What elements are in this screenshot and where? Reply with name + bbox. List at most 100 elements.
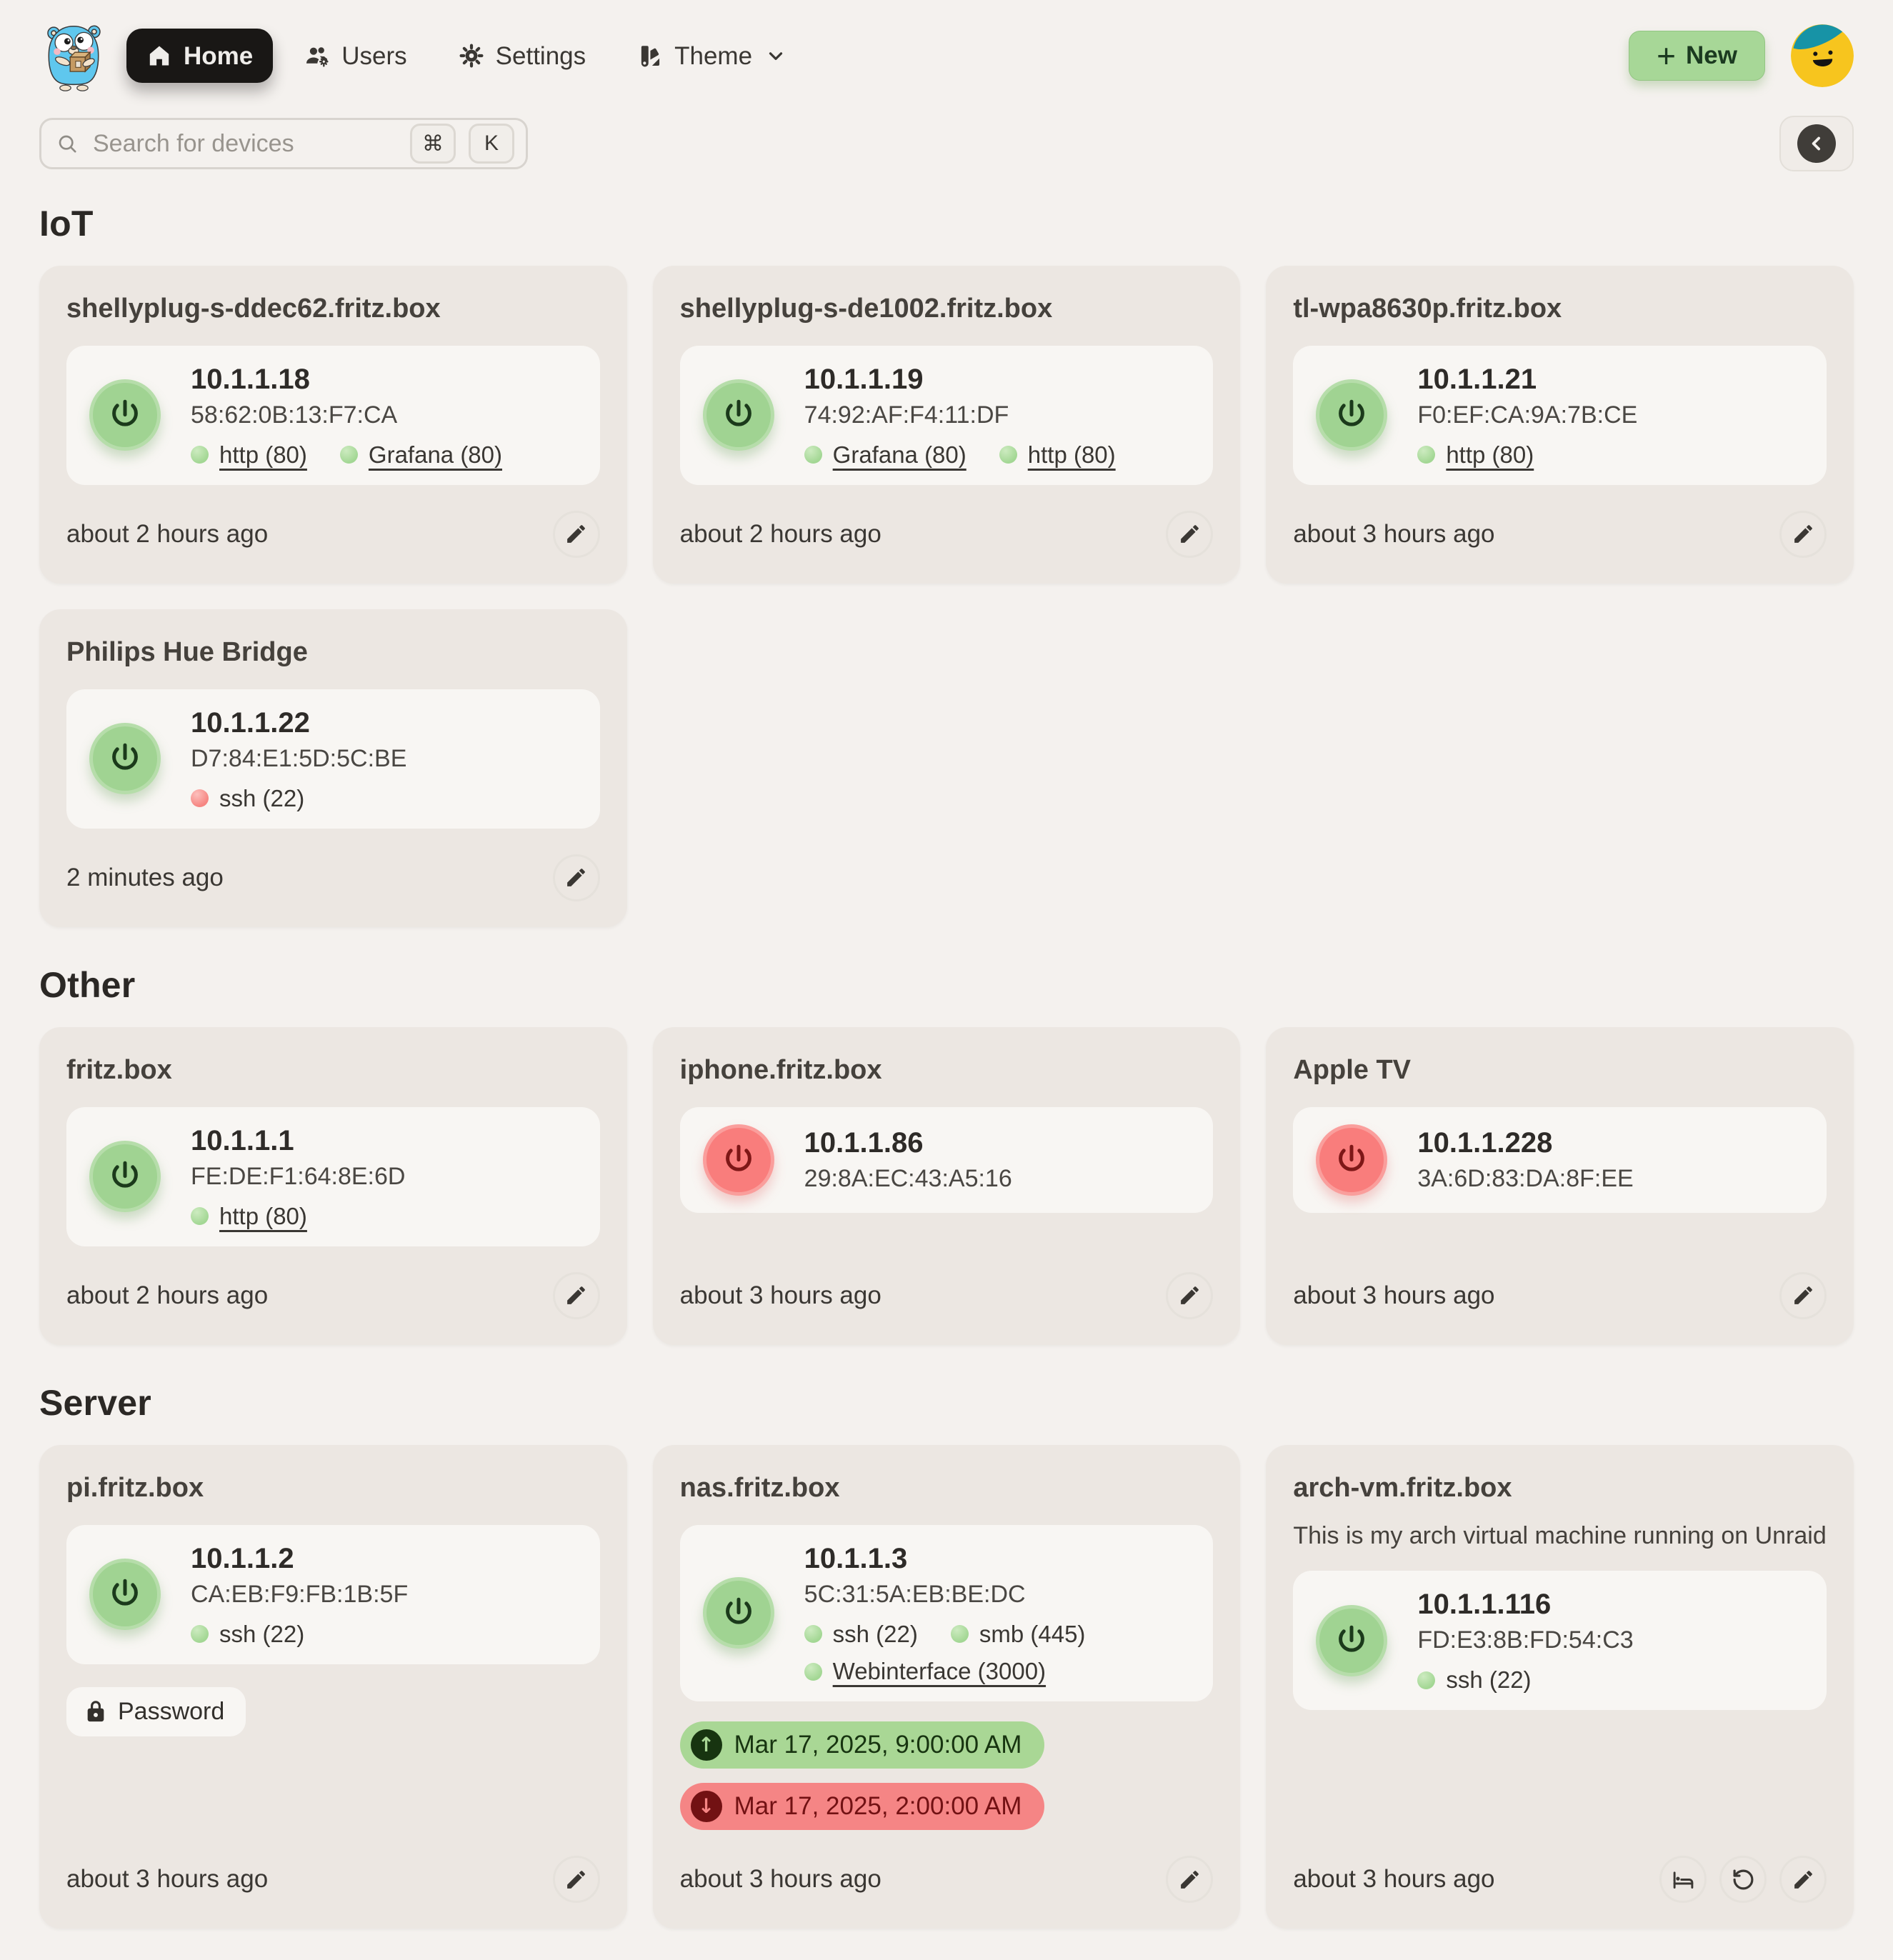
port-link[interactable]: Grafana (80)	[804, 442, 967, 468]
card-footer: 2 minutes ago	[66, 829, 600, 901]
power-button[interactable]	[703, 1124, 774, 1196]
power-button[interactable]	[1316, 1124, 1387, 1196]
port-label: http (80)	[1028, 442, 1116, 468]
user-avatar[interactable]	[1791, 24, 1854, 87]
last-seen-timestamp: about 3 hours ago	[680, 1281, 881, 1310]
nav-item-theme[interactable]: Theme	[617, 29, 806, 83]
device-panel: 10.1.1.2 CA:EB:F9:FB:1B:5F ssh (22)	[66, 1525, 600, 1664]
power-button[interactable]	[89, 723, 161, 794]
kbd-cmd: ⌘	[410, 124, 456, 164]
device-info: 10.1.1.116 FD:E3:8B:FD:54:C3 ssh (22)	[1417, 1588, 1633, 1693]
port-link[interactable]: Grafana (80)	[340, 442, 502, 468]
device-ports: http (80) Grafana (80)	[191, 442, 502, 468]
power-icon	[721, 1596, 756, 1630]
power-icon	[721, 1143, 756, 1177]
schedule-time: Mar 17, 2025, 2:00:00 AM	[734, 1791, 1022, 1821]
device-info: 10.1.1.228 3A:6D:83:DA:8F:EE	[1417, 1126, 1633, 1193]
device-grid: fritz.box 10.1.1.1 FE:DE:F1:64:8E:6D htt…	[39, 1027, 1854, 1345]
power-button[interactable]	[1316, 1605, 1387, 1676]
restart-button[interactable]	[1719, 1856, 1767, 1903]
device-name: arch-vm.fritz.box	[1293, 1472, 1827, 1505]
device-sections: IoT shellyplug-s-ddec62.fritz.box 10.1.1…	[39, 203, 1854, 1929]
port-label: http (80)	[219, 1204, 307, 1229]
card-actions	[1659, 1856, 1827, 1903]
pencil-icon	[1792, 1868, 1815, 1891]
port-status-dot	[191, 1207, 209, 1225]
device-name: iphone.fritz.box	[680, 1054, 1214, 1087]
device-mac: 3A:6D:83:DA:8F:EE	[1417, 1165, 1633, 1193]
pencil-icon	[1792, 522, 1815, 546]
device-mac: 5C:31:5A:EB:BE:DC	[804, 1581, 1191, 1609]
device-card: Philips Hue Bridge 10.1.1.22 D7:84:E1:5D…	[39, 609, 627, 927]
card-footer: about 3 hours ago	[1293, 485, 1827, 558]
power-icon	[721, 398, 756, 432]
power-button[interactable]	[89, 1559, 161, 1630]
power-button[interactable]	[89, 379, 161, 451]
device-ip: 10.1.1.116	[1417, 1588, 1633, 1621]
device-ip: 10.1.1.18	[191, 363, 502, 396]
rotate-ccw-icon	[1732, 1868, 1755, 1891]
edit-button[interactable]	[553, 854, 600, 901]
card-actions	[553, 854, 600, 901]
edit-button[interactable]	[1779, 1272, 1827, 1319]
port-status: ssh (22)	[1417, 1667, 1531, 1693]
device-mac: FD:E3:8B:FD:54:C3	[1417, 1626, 1633, 1654]
navbar: Home Users	[39, 20, 1854, 91]
nav-label: Users	[341, 44, 406, 69]
port-link[interactable]: Webinterface (3000)	[804, 1659, 1046, 1684]
port-status-dot	[340, 446, 358, 464]
device-ports: http (80)	[191, 1204, 405, 1229]
port-status-dot	[1417, 446, 1435, 464]
port-label: http (80)	[219, 442, 307, 468]
device-panel: 10.1.1.3 5C:31:5A:EB:BE:DC ssh (22)smb (…	[680, 1525, 1214, 1702]
search-icon	[56, 132, 79, 155]
power-button[interactable]	[703, 1577, 774, 1649]
card-footer: about 2 hours ago	[66, 1246, 600, 1319]
search-input[interactable]	[91, 129, 397, 159]
port-status-dot	[804, 1625, 822, 1643]
schedule-badges: ↑Mar 17, 2025, 9:00:00 AM↓Mar 17, 2025, …	[680, 1721, 1214, 1830]
edit-button[interactable]	[1166, 511, 1213, 558]
port-status-dot	[804, 1663, 822, 1681]
main-nav: Home Users	[126, 29, 806, 83]
schedule-time: Mar 17, 2025, 9:00:00 AM	[734, 1730, 1022, 1760]
device-panel: 10.1.1.21 F0:EF:CA:9A:7B:CE http (80)	[1293, 346, 1827, 485]
new-device-button[interactable]: + New	[1629, 31, 1765, 81]
edit-button[interactable]	[1779, 511, 1827, 558]
device-section: IoT shellyplug-s-ddec62.fritz.box 10.1.1…	[39, 203, 1854, 927]
device-search-box: ⌘ K	[39, 118, 528, 169]
card-footer: about 2 hours ago	[680, 485, 1214, 558]
nav-item-users[interactable]: Users	[284, 29, 426, 83]
device-ip: 10.1.1.86	[804, 1126, 1012, 1159]
device-card: Apple TV 10.1.1.228 3A:6D:83:DA:8F:EE ab…	[1266, 1027, 1854, 1345]
edit-button[interactable]	[553, 511, 600, 558]
card-actions	[1166, 511, 1213, 558]
device-card: nas.fritz.box 10.1.1.3 5C:31:5A:EB:BE:DC…	[653, 1445, 1241, 1929]
nav-item-home[interactable]: Home	[126, 29, 273, 83]
port-link[interactable]: http (80)	[999, 442, 1116, 468]
edit-button[interactable]	[553, 1272, 600, 1319]
app-logo[interactable]	[39, 20, 108, 91]
device-card: shellyplug-s-ddec62.fritz.box 10.1.1.18 …	[39, 266, 627, 584]
port-link[interactable]: http (80)	[1417, 442, 1534, 468]
device-mac: CA:EB:F9:FB:1B:5F	[191, 1581, 408, 1609]
port-link[interactable]: http (80)	[191, 1204, 307, 1229]
edit-button[interactable]	[553, 1856, 600, 1903]
edit-button[interactable]	[1779, 1856, 1827, 1903]
device-ip: 10.1.1.2	[191, 1542, 408, 1575]
device-card: tl-wpa8630p.fritz.box 10.1.1.21 F0:EF:CA…	[1266, 266, 1854, 584]
edit-button[interactable]	[1166, 1272, 1213, 1319]
power-button[interactable]	[703, 379, 774, 451]
power-icon	[1334, 398, 1369, 432]
power-button[interactable]	[1316, 379, 1387, 451]
nav-item-settings[interactable]: Settings	[439, 29, 606, 83]
collapse-toggle-button[interactable]	[1779, 116, 1854, 171]
sleep-button[interactable]	[1659, 1856, 1707, 1903]
power-button[interactable]	[89, 1141, 161, 1212]
pencil-icon	[1178, 1284, 1202, 1307]
shutdown-schedule-badge: ↓Mar 17, 2025, 2:00:00 AM	[680, 1783, 1045, 1830]
edit-button[interactable]	[1166, 1856, 1213, 1903]
card-actions	[1779, 511, 1827, 558]
port-link[interactable]: http (80)	[191, 442, 307, 468]
last-seen-timestamp: 2 minutes ago	[66, 864, 224, 892]
